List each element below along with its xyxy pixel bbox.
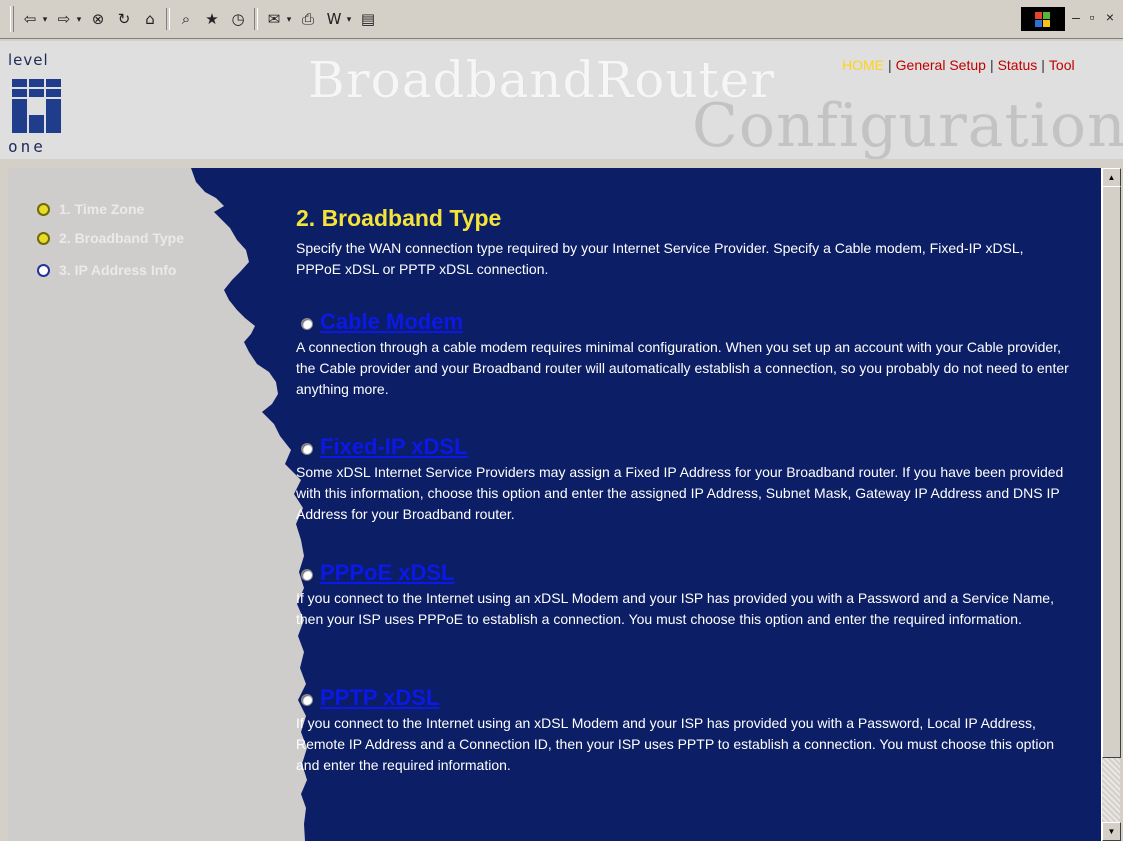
radio-cable-modem[interactable] xyxy=(301,318,313,330)
logo-mark-icon xyxy=(12,79,62,133)
edit-icon[interactable]: W xyxy=(324,9,344,29)
toolbar-separator xyxy=(254,8,258,30)
refresh-icon[interactable]: ↻ xyxy=(114,9,134,29)
edit-dropdown-icon[interactable]: ▾ xyxy=(344,9,354,29)
back-icon[interactable]: ⇦ xyxy=(20,9,40,29)
option-title-link[interactable]: Cable Modem xyxy=(320,309,463,335)
option-cable-modem: Cable Modem A connection through a cable… xyxy=(296,309,1086,397)
search-icon[interactable]: ⌕ xyxy=(176,9,196,29)
forward-icon[interactable]: ⇨ xyxy=(54,9,74,29)
vertical-scrollbar[interactable]: ▲ ▼ xyxy=(1101,168,1121,841)
logo-top-text: level xyxy=(8,51,49,69)
page-title: 2. Broadband Type xyxy=(296,205,502,231)
logo-bottom-text: one xyxy=(8,137,46,156)
level-one-logo: level one xyxy=(8,51,78,156)
option-description: A connection through a cable modem requi… xyxy=(296,339,1069,397)
nav-separator: | xyxy=(1041,57,1045,73)
mail-icon[interactable]: ✉ xyxy=(264,9,284,29)
history-icon[interactable]: ◷ xyxy=(228,9,248,29)
option-title-link[interactable]: PPPoE xDSL xyxy=(320,560,454,586)
option-description: If you connect to the Internet using an … xyxy=(296,590,1054,627)
nav-tools-link[interactable]: Tool xyxy=(1049,57,1075,73)
close-icon[interactable]: × xyxy=(1102,7,1118,27)
top-nav: HOME | General Setup | Status | Tool xyxy=(842,57,1075,73)
option-pppoe-xdsl: PPPoE xDSL If you connect to the Interne… xyxy=(296,560,1086,627)
windows-logo-icon xyxy=(1021,7,1065,31)
step-label: 3. IP Address Info xyxy=(59,262,177,278)
toolbar-grip[interactable] xyxy=(10,6,14,32)
stop-icon[interactable]: ⊗ xyxy=(88,9,108,29)
nav-separator: | xyxy=(888,57,892,73)
home-icon[interactable]: ⌂ xyxy=(140,9,160,29)
option-description: Some xDSL Internet Service Providers may… xyxy=(296,464,1064,522)
browser-toolbar: ⇦ ▾ ⇨ ▾ ⊗ ↻ ⌂ ⌕ ★ ◷ ✉ ▾ ⎙ W ▾ ▤ – ▫ × xyxy=(0,0,1123,39)
option-title-link[interactable]: PPTP xDSL xyxy=(320,685,439,711)
nav-general-setup-link[interactable]: General Setup xyxy=(896,57,986,73)
minimize-icon[interactable]: – xyxy=(1068,7,1084,27)
radio-pppoe-xdsl[interactable] xyxy=(301,569,313,581)
restore-icon[interactable]: ▫ xyxy=(1084,7,1100,27)
favorites-icon[interactable]: ★ xyxy=(202,9,222,29)
step-done-bullet-icon xyxy=(37,232,50,245)
step-label: 2. Broadband Type xyxy=(59,230,184,246)
scroll-up-icon[interactable]: ▲ xyxy=(1102,168,1121,187)
nav-separator: | xyxy=(989,57,994,73)
discuss-icon[interactable]: ▤ xyxy=(358,9,378,29)
option-title-link[interactable]: Fixed-IP xDSL xyxy=(320,434,468,460)
scroll-thumb[interactable] xyxy=(1102,186,1121,758)
option-description: If you connect to the Internet using an … xyxy=(296,715,1055,773)
radio-fixed-ip-xdsl[interactable] xyxy=(301,443,313,455)
forward-dropdown-icon[interactable]: ▾ xyxy=(74,9,84,29)
toolbar-separator xyxy=(166,8,170,30)
step-done-bullet-icon xyxy=(37,203,50,216)
scroll-down-icon[interactable]: ▼ xyxy=(1102,822,1121,841)
content-area: 1. Time Zone 2. Broadband Type 3. IP Add… xyxy=(8,168,1101,841)
header-title: BroadbandRouter xyxy=(308,51,776,109)
step-label: 1. Time Zone xyxy=(59,201,145,217)
option-fixed-ip-xdsl: Fixed-IP xDSL Some xDSL Internet Service… xyxy=(296,434,1086,522)
step-pending-bullet-icon xyxy=(37,264,50,277)
print-icon[interactable]: ⎙ xyxy=(298,9,318,29)
router-header: level one Configuration BroadbandRouter … xyxy=(0,41,1123,159)
intro-text: Specify the WAN connection type required… xyxy=(296,240,1024,277)
mail-dropdown-icon[interactable]: ▾ xyxy=(284,9,294,29)
nav-status-link[interactable]: Status xyxy=(998,57,1038,73)
nav-home-link[interactable]: HOME xyxy=(842,57,884,73)
option-pptp-xdsl: PPTP xDSL If you connect to the Internet… xyxy=(296,685,1086,773)
back-dropdown-icon[interactable]: ▾ xyxy=(40,9,50,29)
radio-pptp-xdsl[interactable] xyxy=(301,694,313,706)
